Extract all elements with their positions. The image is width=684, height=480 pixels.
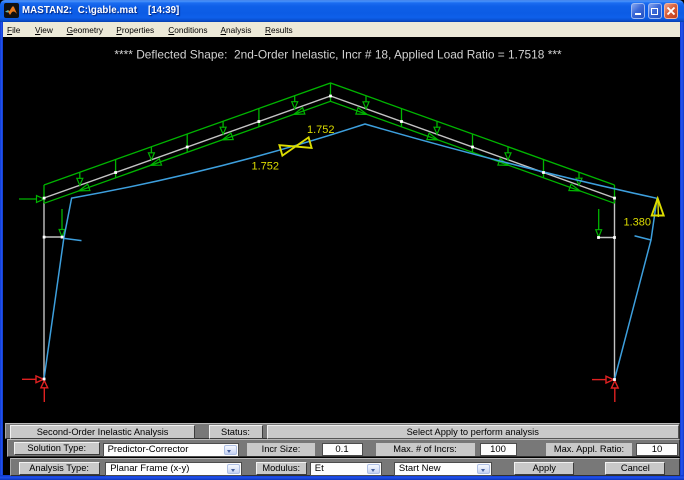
svg-text:**** Deflected Shape: 2nd-Ord: **** Deflected Shape: 2nd-Order Inelasti…	[114, 48, 562, 62]
svg-text:1.752: 1.752	[307, 124, 335, 136]
svg-text:1.752: 1.752	[252, 161, 280, 173]
svg-text:1.380: 1.380	[624, 217, 652, 229]
